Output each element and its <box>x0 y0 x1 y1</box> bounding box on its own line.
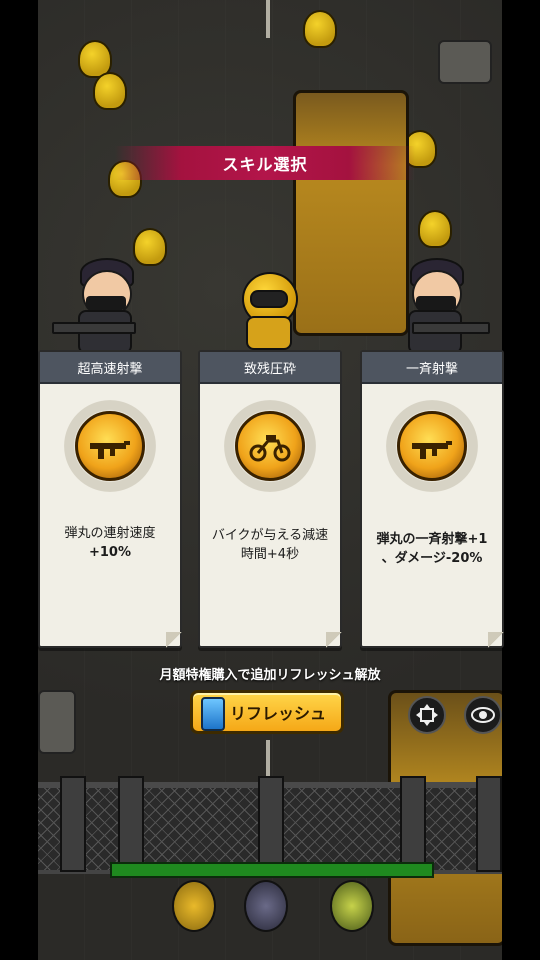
defender-unit <box>172 880 216 932</box>
lane-marking <box>266 740 270 780</box>
skill-card-title: 致残圧砕 <box>200 352 340 384</box>
skill-card-description: バイクが与える減速 時間+4秒 <box>208 526 332 564</box>
bulldozer-vehicle <box>293 90 409 336</box>
speed-toggle-icon[interactable] <box>408 696 446 734</box>
fence-post <box>258 776 284 872</box>
skill-card-1[interactable]: 超高速射撃 弾丸の連射速度 +10% <box>38 350 182 648</box>
lane-marking <box>266 0 270 38</box>
page-curl <box>166 632 182 648</box>
skill-card-title: 一斉射撃 <box>362 352 502 384</box>
skill-card-title: 超高速射撃 <box>40 352 180 384</box>
eye-icon[interactable] <box>464 696 502 734</box>
robot-hero-character <box>234 270 304 350</box>
skill-card-2[interactable]: 致残圧砕 バイクが与える減速 時間+4秒 <box>198 350 342 648</box>
refresh-button[interactable]: リフレッシュ <box>190 690 344 734</box>
left-letterbox <box>0 0 38 960</box>
fence-post <box>476 776 502 872</box>
skill-icon-frame <box>224 400 316 492</box>
rubble <box>438 40 492 84</box>
page-curl <box>326 632 342 648</box>
zombie-sprite <box>93 72 127 110</box>
fence-post <box>400 776 426 872</box>
soldier-character <box>398 258 490 354</box>
motorbike-icon <box>235 411 305 481</box>
banner-title: スキル選択 <box>222 155 308 174</box>
skill-desc-value: +10% <box>88 545 131 560</box>
fence-post <box>118 776 144 872</box>
soldier-character <box>52 258 142 354</box>
skill-desc-value: 時間+4秒 <box>240 547 300 562</box>
page-curl <box>488 632 504 648</box>
right-letterbox <box>502 0 540 960</box>
barrier-health-bar <box>110 862 434 878</box>
rifle-icon <box>75 411 145 481</box>
skill-card-description: 弾丸の連射速度 +10% <box>48 524 172 562</box>
card-refresh-icon <box>201 697 225 731</box>
skill-card-3[interactable]: 一斉射撃 弾丸の一斉射撃+1 、ダメージ-20% <box>360 350 504 648</box>
skill-icon-frame <box>386 400 478 492</box>
skill-desc-value: 、ダメージ-20% <box>381 551 483 566</box>
zombie-sprite <box>418 210 452 248</box>
defender-unit <box>244 880 288 932</box>
promo-text: 月額特権購入で追加リフレッシュ解放 <box>159 668 381 683</box>
rifle-icon <box>397 411 467 481</box>
rubble <box>38 690 76 754</box>
skill-select-banner: スキル選択 <box>115 146 415 180</box>
fence-post <box>60 776 86 872</box>
zombie-sprite <box>303 10 337 48</box>
refresh-button-label: リフレッシュ <box>229 704 326 723</box>
skill-card-description: 弾丸の一斉射撃+1 、ダメージ-20% <box>370 530 494 568</box>
skill-icon-frame <box>64 400 156 492</box>
skill-desc-line: 弾丸の一斉射撃+1 <box>376 532 488 547</box>
skill-desc-line: バイクが与える減速 <box>211 528 329 543</box>
defender-unit <box>330 880 374 932</box>
skill-desc-line: 弾丸の連射速度 <box>64 526 156 541</box>
